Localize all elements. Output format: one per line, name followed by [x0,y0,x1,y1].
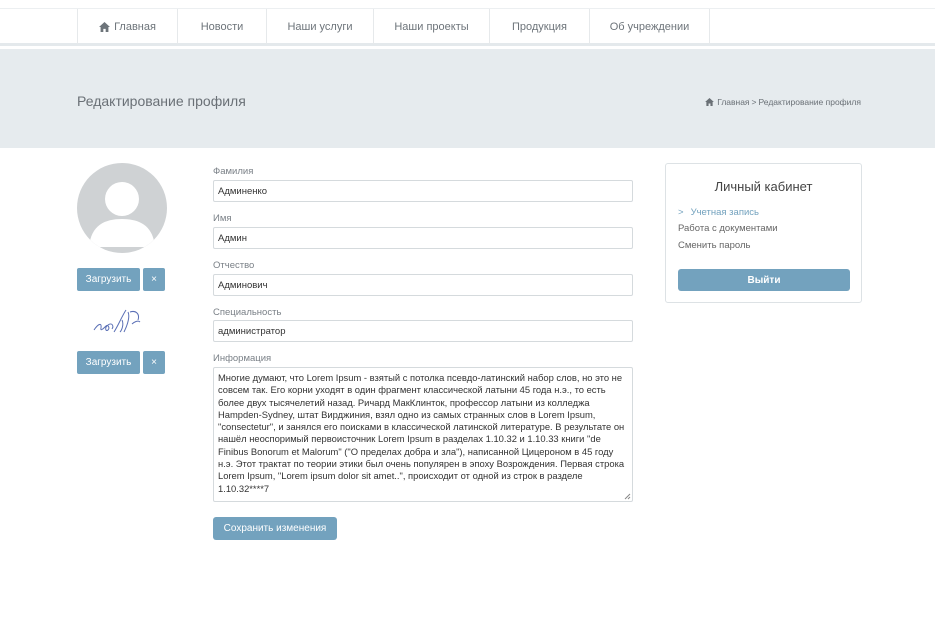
save-button-label: Сохранить изменения [223,523,327,534]
logout-button[interactable]: Выйти [678,269,850,291]
breadcrumb-current: Редактирование профиля [758,97,861,107]
top-navbar: Главная Новости Наши услуги Наши проекты… [0,0,935,46]
avatar-remove-button[interactable]: × [143,268,165,291]
lastname-field[interactable]: Админенко [213,180,633,202]
page-title: Редактирование профиля [77,93,246,109]
signature-upload-label: Загрузить [85,357,132,368]
specialty-label: Специальность [213,307,282,318]
nav-item-home[interactable]: Главная [78,9,178,44]
close-icon: × [151,274,157,285]
info-value: Многие думают, что Lorem Ipsum - взятый … [218,372,625,494]
breadcrumb: Главная > Редактирование профиля [705,97,861,107]
firstname-value: Админ [218,232,247,244]
nav-item-label: Наши услуги [287,20,353,33]
cabinet-link-account[interactable]: > Учетная запись [678,207,759,218]
firstname-label: Имя [213,213,232,224]
nav-item-services[interactable]: Наши услуги [267,9,374,44]
cabinet-link-label: Сменить пароль [678,240,751,251]
nav-item-label: Об учреждении [609,20,690,33]
main-nav: Главная Новости Наши услуги Наши проекты… [77,9,710,44]
info-label: Информация [213,353,272,364]
nav-item-products[interactable]: Продукция [490,9,590,44]
signature-remove-button[interactable]: × [143,351,165,374]
patronymic-field[interactable]: Админович [213,274,633,296]
nav-item-label: Продукция [511,20,568,33]
patronymic-label: Отчество [213,260,255,271]
chevron-right-icon: > [678,207,684,218]
specialty-field[interactable]: администратор [213,320,633,342]
avatar-upload-button[interactable]: Загрузить [77,268,140,291]
nav-item-label: Новости [200,20,244,33]
avatar-upload-label: Загрузить [85,274,132,285]
signature-image [93,309,141,333]
user-placeholder-icon [89,182,155,247]
cabinet-link-change-password[interactable]: Сменить пароль [678,240,750,251]
save-button[interactable]: Сохранить изменения [213,517,337,540]
nav-item-label: Наши проекты [394,20,469,33]
cabinet-link-label: Учетная запись [690,207,759,218]
cabinet-title: Личный кабинет [714,179,813,194]
nav-item-about[interactable]: Об учреждении [590,9,710,44]
nav-item-news[interactable]: Новости [178,9,267,44]
lastname-label: Фамилия [213,166,254,177]
nav-item-label: Главная [114,20,156,33]
cabinet-link-documents[interactable]: Работа с документами [678,223,778,234]
patronymic-value: Админович [218,279,268,291]
firstname-field[interactable]: Админ [213,227,633,249]
home-icon [705,98,715,106]
resize-handle-icon[interactable] [624,493,631,500]
specialty-value: администратор [218,325,286,337]
breadcrumb-separator: > [751,97,757,107]
breadcrumb-home-link[interactable]: Главная [717,97,749,107]
cabinet-link-label: Работа с документами [678,223,778,234]
close-icon: × [151,357,157,368]
home-icon [99,21,111,32]
avatar [77,163,167,253]
personal-cabinet-panel: Личный кабинет > Учетная запись Работа с … [665,163,862,303]
info-textarea[interactable]: Многие думают, что Lorem Ipsum - взятый … [213,367,633,502]
nav-item-projects[interactable]: Наши проекты [374,9,490,44]
logout-label: Выйти [747,274,781,286]
lastname-value: Админенко [218,185,268,197]
signature-upload-button[interactable]: Загрузить [77,351,140,374]
